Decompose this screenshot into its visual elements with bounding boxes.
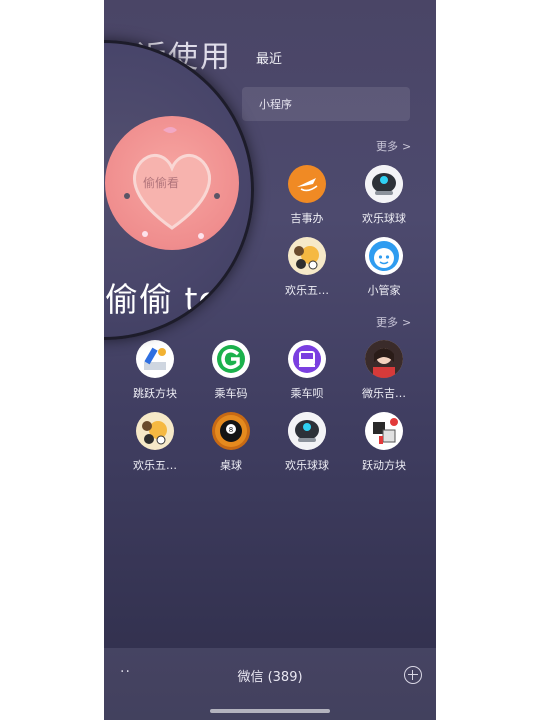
chevron-right-icon: > bbox=[402, 316, 412, 329]
wechat-title: 微信 (389) bbox=[237, 670, 303, 685]
avatar: 偷偷看 bbox=[105, 116, 239, 250]
phone-screen: 最近使用 最近 小程序 更多> 吉事办 欢乐球球 bbox=[104, 0, 436, 720]
search-text: 小程序 bbox=[259, 98, 292, 111]
app-item-huanle-qiuqiu-2[interactable]: 欢乐球球 bbox=[270, 412, 344, 473]
app-item-jishiban[interactable]: 吉事办 bbox=[270, 165, 344, 226]
app-label: 欢乐五… bbox=[285, 284, 329, 297]
avatar-text: 偷偷看 bbox=[143, 176, 180, 190]
dice-block-icon bbox=[365, 412, 403, 450]
app-label: 跃动方块 bbox=[362, 459, 406, 472]
app-label: 小管家 bbox=[367, 284, 401, 297]
app-label: 欢乐五… bbox=[133, 459, 177, 472]
bus-icon bbox=[288, 340, 326, 378]
ball-robot-icon bbox=[288, 412, 326, 450]
eight-ball-icon: 8 bbox=[212, 412, 250, 450]
ball-robot-icon bbox=[365, 165, 403, 203]
app-label: 乘车码 bbox=[214, 387, 248, 400]
app-label: 跳跃方块 bbox=[133, 387, 177, 400]
chevron-right-icon: > bbox=[402, 140, 412, 153]
cartoon-game-icon bbox=[288, 237, 326, 275]
app-label: 欢乐球球 bbox=[362, 212, 406, 225]
more-label: 更多 bbox=[376, 316, 398, 329]
app-item-chengchebei[interactable]: 乘车呗 bbox=[270, 340, 344, 401]
portrait-game-icon bbox=[365, 340, 403, 378]
more-link-mine[interactable]: 更多 > bbox=[376, 314, 411, 330]
cartoon-game-icon bbox=[136, 412, 174, 450]
app-label: 欢乐球球 bbox=[285, 459, 329, 472]
g-logo-icon bbox=[212, 340, 250, 378]
app-item-weile-ji[interactable]: 微乐吉… bbox=[347, 340, 421, 401]
app-label: 微乐吉… bbox=[362, 387, 406, 400]
app-item-huanle-qiuqiu[interactable]: 欢乐球球 bbox=[347, 165, 421, 226]
face-badge-icon bbox=[365, 237, 403, 275]
flight-icon bbox=[288, 165, 326, 203]
app-item-zhuoqiu[interactable]: 8 桌球 bbox=[194, 412, 268, 473]
app-item-xiaoguanjia[interactable]: 小管家 bbox=[347, 237, 421, 298]
app-item-huanle-wu-2[interactable]: 欢乐五… bbox=[118, 412, 192, 473]
jump-block-icon bbox=[136, 340, 174, 378]
svg-text:8: 8 bbox=[229, 426, 233, 434]
zoomed-name: 偷偷 to.. bbox=[105, 280, 243, 319]
plus-icon[interactable] bbox=[404, 666, 422, 684]
section-title: 最近 bbox=[256, 52, 283, 67]
magnifier-lens: 偷偷看 偷偷 to.. bbox=[104, 40, 254, 340]
app-item-chengchema[interactable]: 乘车码 bbox=[194, 340, 268, 401]
more-label: 更多 bbox=[376, 140, 398, 153]
app-label: 吉事办 bbox=[290, 212, 324, 225]
more-link-recent[interactable]: 更多 > bbox=[376, 138, 411, 154]
app-item-tiaoyue-fangkuai[interactable]: 跳跃方块 bbox=[118, 340, 192, 401]
app-label: 乘车呗 bbox=[290, 387, 324, 400]
app-label: 桌球 bbox=[220, 459, 242, 472]
app-item-yuedong-fangkuai[interactable]: 跃动方块 bbox=[347, 412, 421, 473]
home-indicator[interactable] bbox=[210, 709, 330, 713]
app-item-huanle-wu[interactable]: 欢乐五… bbox=[270, 237, 344, 298]
